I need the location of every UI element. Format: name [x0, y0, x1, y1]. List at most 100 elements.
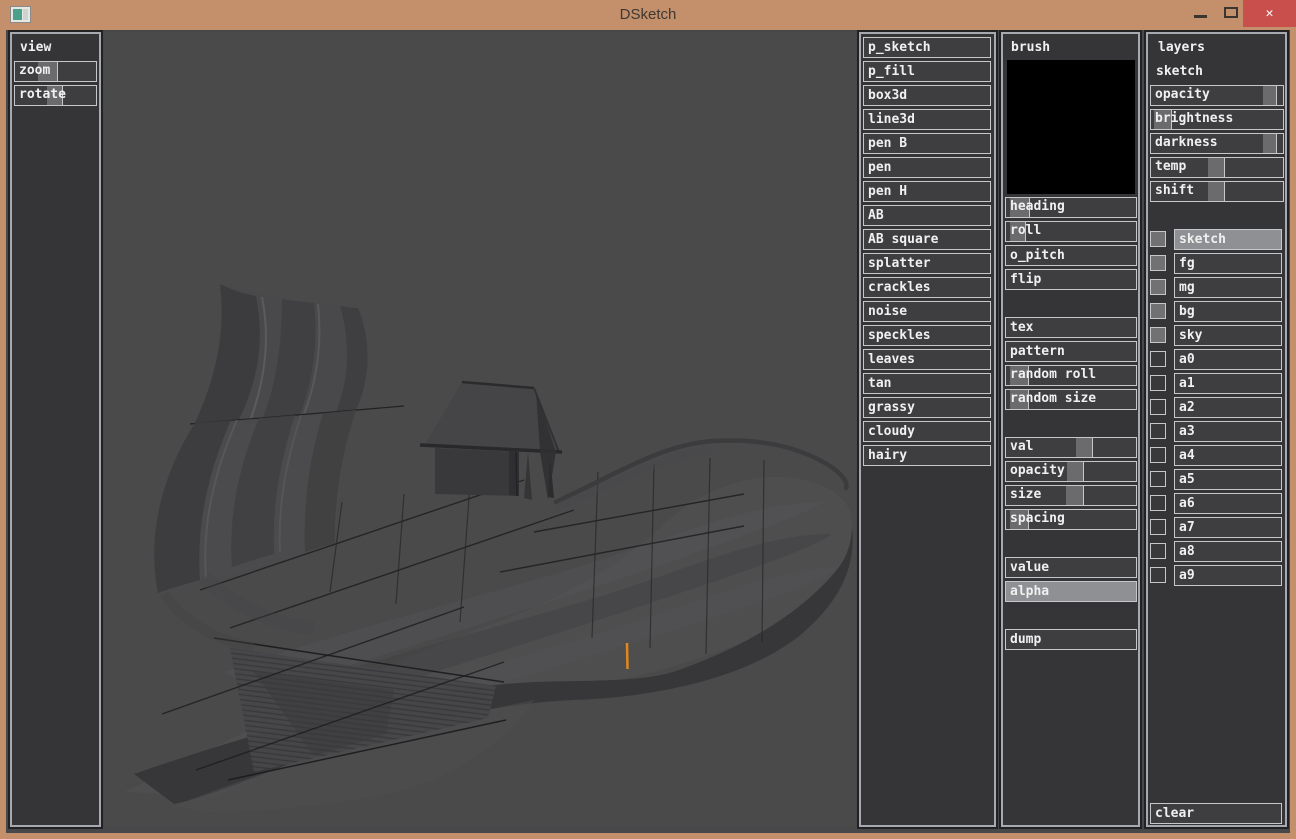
layer-visibility-checkbox[interactable] [1150, 519, 1166, 535]
tool-cloudy[interactable]: cloudy [863, 421, 991, 442]
clear-button[interactable]: clear [1150, 803, 1282, 824]
brightness-slider[interactable]: brightness [1150, 109, 1284, 130]
layer-item-a9[interactable]: a9 [1174, 565, 1282, 586]
layer-item-mg[interactable]: mg [1174, 277, 1282, 298]
layers-panel-title: layers [1158, 40, 1205, 55]
temp-slider[interactable]: temp [1150, 157, 1284, 178]
tool-noise[interactable]: noise [863, 301, 991, 322]
tool-p_fill[interactable]: p_fill [863, 61, 991, 82]
roll-slider[interactable]: roll [1005, 221, 1137, 242]
layer-item-a8[interactable]: a8 [1174, 541, 1282, 562]
layer-row: a2 [1148, 397, 1285, 418]
spacing-slider[interactable]: spacing [1005, 509, 1137, 530]
tool-speckles[interactable]: speckles [863, 325, 991, 346]
minimize-button[interactable] [1194, 15, 1207, 18]
tool-box3d[interactable]: box3d [863, 85, 991, 106]
dump-button[interactable]: dump [1005, 629, 1137, 650]
layer-item-a1[interactable]: a1 [1174, 373, 1282, 394]
darkness-slider-thumb[interactable] [1263, 134, 1277, 153]
tool-ab-square[interactable]: AB square [863, 229, 991, 250]
layer-item-a3[interactable]: a3 [1174, 421, 1282, 442]
layer-item-a2[interactable]: a2 [1174, 397, 1282, 418]
layer-visibility-checkbox[interactable] [1150, 495, 1166, 511]
layer-visibility-checkbox[interactable] [1150, 279, 1166, 295]
tool-crackles[interactable]: crackles [863, 277, 991, 298]
layer-visibility-checkbox[interactable] [1150, 231, 1166, 247]
layer-row: bg [1148, 301, 1285, 322]
layer-visibility-checkbox[interactable] [1150, 399, 1166, 415]
layer-visibility-checkbox[interactable] [1150, 327, 1166, 343]
house-sketch [420, 382, 562, 500]
zoom-slider[interactable]: zoom [14, 61, 97, 82]
shift-slider-thumb[interactable] [1208, 182, 1225, 201]
random-size-slider[interactable]: random size [1005, 389, 1137, 410]
brightness-slider-label: brightness [1155, 111, 1233, 126]
layer-item-fg[interactable]: fg [1174, 253, 1282, 274]
darkness-slider-label: darkness [1155, 135, 1218, 150]
layer-visibility-checkbox[interactable] [1150, 423, 1166, 439]
tool-leaves[interactable]: leaves [863, 349, 991, 370]
val-slider-thumb[interactable] [1076, 438, 1093, 457]
layer-item-a5[interactable]: a5 [1174, 469, 1282, 490]
layer-visibility-checkbox[interactable] [1150, 567, 1166, 583]
darkness-slider[interactable]: darkness [1150, 133, 1284, 154]
layer-item-bg[interactable]: bg [1174, 301, 1282, 322]
opacity-slider[interactable]: opacity [1005, 461, 1137, 482]
roll-slider-label: roll [1010, 223, 1041, 238]
layer-opacity-slider-thumb[interactable] [1263, 86, 1277, 105]
layer-item-a4[interactable]: a4 [1174, 445, 1282, 466]
random-roll-slider[interactable]: random roll [1005, 365, 1137, 386]
brush-preview [1007, 60, 1135, 194]
layer-visibility-checkbox[interactable] [1150, 303, 1166, 319]
shift-slider-label: shift [1155, 183, 1194, 198]
o_pitch-button[interactable]: o_pitch [1005, 245, 1137, 266]
tools-panel: p_sketch p_fill box3d line3d pen B pen p… [859, 32, 996, 827]
tool-tan[interactable]: tan [863, 373, 991, 394]
close-button[interactable]: ✕ [1243, 0, 1296, 27]
alpha-button[interactable]: alpha [1005, 581, 1137, 602]
temp-slider-thumb[interactable] [1208, 158, 1225, 177]
layer-row: a0 [1148, 349, 1285, 370]
pattern-button[interactable]: pattern [1005, 341, 1137, 362]
flip-button[interactable]: flip [1005, 269, 1137, 290]
tool-ab[interactable]: AB [863, 205, 991, 226]
tool-hairy[interactable]: hairy [863, 445, 991, 466]
tool-splatter[interactable]: splatter [863, 253, 991, 274]
layer-visibility-checkbox[interactable] [1150, 543, 1166, 559]
tool-p_sketch[interactable]: p_sketch [863, 37, 991, 58]
layer-visibility-checkbox[interactable] [1150, 471, 1166, 487]
layers-panel: layers sketch opacity brightness darknes… [1146, 32, 1287, 827]
layer-item-sky[interactable]: sky [1174, 325, 1282, 346]
maximize-button[interactable] [1224, 7, 1238, 18]
layer-item-a0[interactable]: a0 [1174, 349, 1282, 370]
value-button[interactable]: value [1005, 557, 1137, 578]
layer-visibility-checkbox[interactable] [1150, 375, 1166, 391]
layer-opacity-slider-label: opacity [1155, 87, 1210, 102]
tool-pen[interactable]: pen [863, 157, 991, 178]
layer-visibility-checkbox[interactable] [1150, 255, 1166, 271]
shift-slider[interactable]: shift [1150, 181, 1284, 202]
layer-row: sky [1148, 325, 1285, 346]
tool-pen-b[interactable]: pen B [863, 133, 991, 154]
rotate-slider[interactable]: rotate [14, 85, 97, 106]
layer-visibility-checkbox[interactable] [1150, 351, 1166, 367]
tool-line3d[interactable]: line3d [863, 109, 991, 130]
opacity-slider-thumb[interactable] [1067, 462, 1084, 481]
size-slider-thumb[interactable] [1066, 486, 1084, 505]
tool-grassy[interactable]: grassy [863, 397, 991, 418]
val-slider[interactable]: val [1005, 437, 1137, 458]
tool-pen-h[interactable]: pen H [863, 181, 991, 202]
size-slider[interactable]: size [1005, 485, 1137, 506]
size-slider-label: size [1010, 487, 1041, 502]
heading-slider[interactable]: heading [1005, 197, 1137, 218]
layer-item-sketch[interactable]: sketch [1174, 229, 1282, 250]
layer-item-a7[interactable]: a7 [1174, 517, 1282, 538]
layer-opacity-slider[interactable]: opacity [1150, 85, 1284, 106]
tex-button[interactable]: tex [1005, 317, 1137, 338]
layer-item-a6[interactable]: a6 [1174, 493, 1282, 514]
drawing-canvas[interactable] [104, 32, 856, 827]
layer-row: sketch [1148, 229, 1285, 250]
layer-visibility-checkbox[interactable] [1150, 447, 1166, 463]
layer-row: a3 [1148, 421, 1285, 442]
heading-slider-label: heading [1010, 199, 1065, 214]
